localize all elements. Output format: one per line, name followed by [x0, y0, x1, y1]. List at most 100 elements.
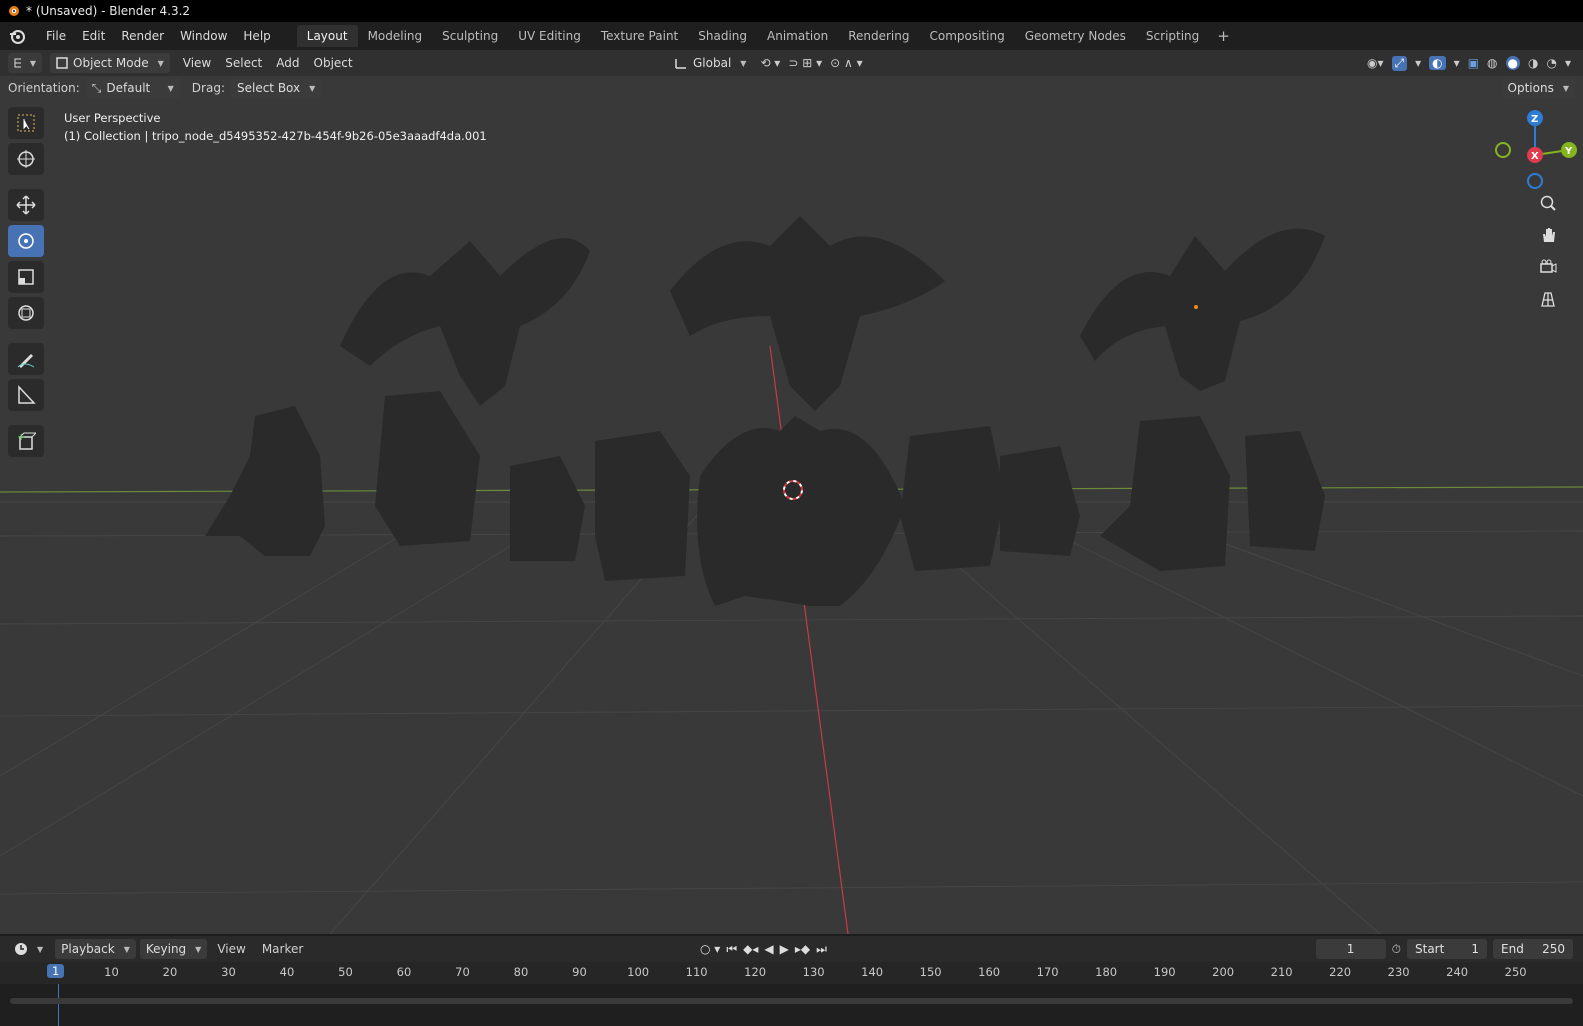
playback-menu[interactable]: Playback ▼	[55, 939, 136, 959]
mode-dropdown[interactable]: Object Mode ▼	[50, 53, 170, 73]
tool-move[interactable]	[8, 189, 44, 221]
ruler-tick-label: 130	[802, 965, 825, 979]
viewport-header: ▼ Object Mode ▼ View Select Add Object Gl…	[0, 50, 1583, 76]
tool-transform[interactable]	[8, 297, 44, 329]
jump-start-icon[interactable]: ⏮	[726, 942, 737, 957]
clock-icon	[15, 943, 27, 955]
tab-modeling[interactable]: Modeling	[358, 25, 433, 47]
ruler-tick-label: 10	[104, 965, 119, 979]
options-dropdown[interactable]: Options ▼	[1501, 78, 1575, 98]
editor-type-button[interactable]: ▼	[8, 53, 42, 73]
tab-scripting[interactable]: Scripting	[1136, 25, 1209, 47]
timeline-area[interactable]: 1 10 20 30 40 50 60 70 80 90 100 110 120 130 140 150 160…	[0, 962, 1583, 1026]
header-menu-select[interactable]: Select	[218, 53, 269, 73]
ruler-tick-label: 210	[1270, 965, 1293, 979]
current-frame-value: 1	[1346, 942, 1355, 956]
tool-cursor[interactable]	[8, 143, 44, 175]
snap-icon[interactable]: ⊃ ⊞ ▾	[788, 56, 822, 70]
tab-uv-editing[interactable]: UV Editing	[508, 25, 591, 47]
svg-text:+: +	[17, 432, 25, 443]
perspective-toggle-button[interactable]	[1534, 286, 1562, 312]
header-menu-add[interactable]: Add	[269, 53, 306, 73]
wireframe-shading-icon[interactable]: ◍	[1487, 56, 1497, 70]
visibility-icon[interactable]: ◉▾	[1367, 56, 1384, 70]
header-menu-view[interactable]: View	[176, 53, 218, 73]
select-box-icon	[17, 114, 35, 132]
transform-orientation-dropdown[interactable]: Global ▼	[668, 53, 753, 73]
navigation-gizmo[interactable]: Z Y X	[1483, 110, 1583, 200]
menu-window[interactable]: Window	[172, 26, 235, 46]
tool-annotate[interactable]	[8, 343, 44, 375]
timeline-editor-type[interactable]: ▼	[8, 939, 50, 959]
preview-range-icon[interactable]: ⏱	[1392, 942, 1401, 957]
tool-rotate[interactable]	[8, 225, 44, 257]
3d-viewport[interactable]	[0, 76, 1583, 934]
tab-sculpting[interactable]: Sculpting	[432, 25, 508, 47]
keying-label: Keying	[145, 942, 187, 956]
gizmo-toggle-icon[interactable]: ⤢	[1391, 55, 1408, 71]
orientation-default-icon: ⤡	[91, 80, 102, 95]
drag-dropdown[interactable]: Select Box ▼	[230, 78, 322, 98]
ruler-tick-label: 50	[338, 965, 353, 979]
gizmo-neg-y-axis[interactable]	[1495, 142, 1511, 158]
ruler-tick-label: 220	[1329, 965, 1352, 979]
tool-select-box[interactable]	[8, 107, 44, 139]
pan-button[interactable]	[1534, 222, 1562, 248]
tab-shading[interactable]: Shading	[688, 25, 757, 47]
timeline-marker-menu[interactable]: Marker	[256, 939, 309, 959]
end-frame-field[interactable]: End 250	[1493, 939, 1573, 959]
camera-view-button[interactable]	[1534, 254, 1562, 280]
tab-rendering[interactable]: Rendering	[838, 25, 919, 47]
solid-shading-icon[interactable]: ●	[1505, 56, 1520, 70]
keying-menu[interactable]: Keying ▼	[139, 939, 208, 959]
zoom-button[interactable]	[1534, 190, 1562, 216]
playhead-line	[58, 984, 59, 1026]
tab-geometry-nodes[interactable]: Geometry Nodes	[1015, 25, 1136, 47]
current-frame-indicator[interactable]: 1	[47, 964, 65, 978]
main-menu: File Edit Render Window Help	[0, 26, 279, 46]
transform-icon	[18, 305, 34, 321]
menu-file[interactable]: File	[38, 26, 74, 46]
ruler-tick-label: 70	[455, 965, 470, 979]
proportional-editing-icon[interactable]: ⊙ ∧ ▾	[830, 56, 863, 70]
ruler-tick-label: 150	[919, 965, 942, 979]
orientation-dropdown[interactable]: ⤡ Default ▼	[85, 78, 180, 98]
tab-animation[interactable]: Animation	[757, 25, 838, 47]
tab-texture-paint[interactable]: Texture Paint	[591, 25, 688, 47]
play-icon[interactable]: ▶	[780, 942, 789, 956]
menu-edit[interactable]: Edit	[74, 26, 113, 46]
timeline-scrollbar[interactable]	[10, 998, 1573, 1004]
tab-compositing[interactable]: Compositing	[919, 25, 1014, 47]
play-reverse-icon[interactable]: ◀	[764, 942, 773, 956]
ruler-tick-label: 90	[572, 965, 587, 979]
gizmo-neg-z-axis[interactable]	[1527, 173, 1543, 189]
pivot-point-icon[interactable]: ⟲ ▾	[760, 56, 780, 70]
menu-render[interactable]: Render	[113, 26, 172, 46]
timeline-header: ▼ Playback ▼ Keying ▼ View Marker ○ ▾ ⏮ ◆◂…	[0, 936, 1583, 962]
tool-measure[interactable]	[8, 379, 44, 411]
current-frame-field[interactable]: 1	[1315, 939, 1386, 959]
jump-end-icon[interactable]: ⏭	[816, 942, 827, 957]
timeline-view-menu[interactable]: View	[211, 939, 251, 959]
blender-menu-icon[interactable]	[8, 27, 26, 45]
frame-ruler[interactable]: 1 10 20 30 40 50 60 70 80 90 100 110 120 130 140 150 160…	[0, 962, 1583, 984]
rendered-shading-icon[interactable]: ◔	[1546, 56, 1556, 70]
overlays-toggle-icon[interactable]: ◐	[1429, 56, 1446, 70]
tool-scale[interactable]	[8, 261, 44, 293]
add-workspace-icon[interactable]: +	[1209, 27, 1238, 45]
rotate-icon	[18, 233, 34, 249]
header-menu-object[interactable]: Object	[307, 53, 360, 73]
tab-layout[interactable]: Layout	[296, 25, 358, 47]
menu-help[interactable]: Help	[235, 26, 278, 46]
material-shading-icon[interactable]: ◑	[1528, 56, 1538, 70]
tool-add-cube[interactable]: +	[8, 425, 44, 457]
start-frame-field[interactable]: Start 1	[1407, 939, 1487, 959]
start-label: Start	[1415, 942, 1445, 956]
xray-toggle-icon[interactable]: ▣	[1468, 56, 1479, 70]
auto-keying-icon[interactable]: ○ ▾	[700, 942, 720, 956]
jump-next-keyframe-icon[interactable]: ▸◆	[795, 942, 810, 956]
hand-icon	[1543, 228, 1555, 242]
jump-prev-keyframe-icon[interactable]: ◆◂	[743, 942, 758, 956]
gizmo-z-label: Z	[1531, 114, 1538, 125]
start-value: 1	[1471, 942, 1479, 956]
